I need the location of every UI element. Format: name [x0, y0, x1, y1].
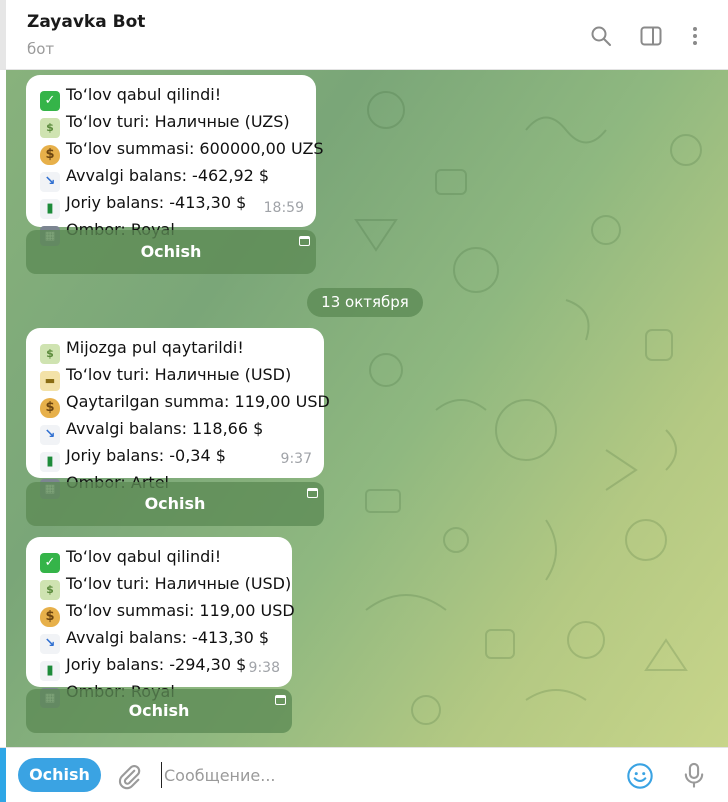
banknote-icon: $ [40, 344, 60, 364]
money-wings-icon: $ [40, 118, 60, 138]
message-text: To‘lov turi: Наличные (USD) [66, 365, 292, 384]
message-text: To‘lov turi: Наличные (UZS) [66, 112, 290, 131]
message-text: Avvalgi balans: -413,30 $ [66, 628, 270, 647]
composer-accent-bar [0, 748, 6, 802]
message-text: Joriy balans: -294,30 $ [66, 655, 247, 674]
message-text: To‘lov summasi: 600000,00 UZS [66, 139, 324, 158]
message-time: 9:38 [248, 659, 280, 676]
date-separator: 13 октября [307, 288, 423, 317]
message-text: To‘lov summasi: 119,00 USD [66, 601, 295, 620]
search-icon[interactable] [589, 24, 613, 48]
money-bag-icon: $ [40, 607, 60, 627]
message-line: ✓ To‘lov qabul qilindi! [40, 84, 304, 111]
message-text: Mijozga pul qaytarildi! [66, 338, 244, 357]
inline-button-ochish[interactable]: Ochish [26, 482, 324, 526]
message-line: ▬ To‘lov turi: Наличные (USD) [40, 364, 312, 391]
chart-down-icon: ↘ [40, 634, 60, 654]
check-mark-icon: ✓ [40, 91, 60, 111]
message-text: To‘lov qabul qilindi! [66, 547, 222, 566]
inline-button-ochish[interactable]: Ochish [26, 230, 316, 274]
message-line: ↘ Avvalgi balans: 118,66 $ [40, 418, 312, 445]
message-bubble[interactable]: ✓ To‘lov qabul qilindi! $ To‘lov turi: Нал… [26, 537, 295, 708]
more-vertical-icon[interactable] [683, 24, 707, 48]
credit-card-icon: ▬ [40, 371, 60, 391]
message-line: $ To‘lov summasi: 600000,00 UZS [40, 138, 324, 165]
bar-chart-icon: ▮ [40, 661, 60, 681]
message-line: $ To‘lov turi: Наличные (USD) [40, 573, 291, 600]
attach-icon[interactable] [115, 762, 143, 790]
bot-menu-button[interactable]: Ochish [18, 758, 101, 792]
inline-button-ochish[interactable]: Ochish [26, 689, 292, 733]
bar-chart-icon: ▮ [40, 452, 60, 472]
sidebar-toggle-icon[interactable] [639, 24, 663, 48]
message-text: Qaytarilgan summa: 119,00 USD [66, 392, 330, 411]
message-line: $ To‘lov turi: Наличные (UZS) [40, 111, 304, 138]
bar-chart-icon: ▮ [40, 199, 60, 219]
money-bag-icon: $ [40, 398, 60, 418]
money-bag-icon: $ [40, 145, 60, 165]
message-line: ↘ Avvalgi balans: -462,92 $ [40, 165, 304, 192]
money-wings-icon: $ [40, 580, 60, 600]
message-composer: Ochish [0, 747, 728, 802]
chart-down-icon: ↘ [40, 425, 60, 445]
chat-history[interactable]: ✓ To‘lov qabul qilindi! $ To‘lov turi: Нал… [6, 70, 728, 747]
web-app-icon [299, 236, 310, 246]
message-text: Joriy balans: -0,34 $ [66, 446, 226, 465]
message-line: $ Qaytarilgan summa: 119,00 USD [40, 391, 330, 418]
message-time: 18:59 [263, 199, 304, 216]
chat-header: Zayavka Bot бот [0, 0, 728, 70]
microphone-icon[interactable] [680, 761, 708, 789]
check-mark-icon: ✓ [40, 553, 60, 573]
message-line: ▮ Joriy balans: -294,30 $ [40, 654, 280, 681]
message-input[interactable] [161, 762, 601, 788]
emoji-icon[interactable] [626, 762, 654, 790]
inline-button-label: Ochish [144, 494, 206, 513]
message-line: ↘ Avvalgi balans: -413,30 $ [40, 627, 280, 654]
message-line: ▮ Joriy balans: -0,34 $ [40, 445, 312, 472]
message-text: Joriy balans: -413,30 $ [66, 193, 247, 212]
chat-title[interactable]: Zayavka Bot [27, 12, 145, 32]
inline-button-label: Ochish [128, 701, 190, 720]
message-bubble[interactable]: ✓ To‘lov qabul qilindi! $ To‘lov turi: Нал… [26, 75, 324, 246]
web-app-icon [307, 488, 318, 498]
message-text: Avvalgi balans: 118,66 $ [66, 419, 264, 438]
message-bubble[interactable]: $ Mijozga pul qaytarildi! ▬ To‘lov turi: Н… [26, 328, 330, 499]
message-line: $ To‘lov summasi: 119,00 USD [40, 600, 295, 627]
message-text: Avvalgi balans: -462,92 $ [66, 166, 270, 185]
web-app-icon [275, 695, 286, 705]
message-text: To‘lov qabul qilindi! [66, 85, 222, 104]
inline-button-label: Ochish [140, 242, 202, 261]
chart-down-icon: ↘ [40, 172, 60, 192]
chat-subtitle: бот [27, 40, 55, 58]
message-line: ✓ To‘lov qabul qilindi! [40, 546, 280, 573]
message-text: To‘lov turi: Наличные (USD) [66, 574, 292, 593]
message-line: $ Mijozga pul qaytarildi! [40, 337, 312, 364]
message-time: 9:37 [280, 450, 312, 467]
